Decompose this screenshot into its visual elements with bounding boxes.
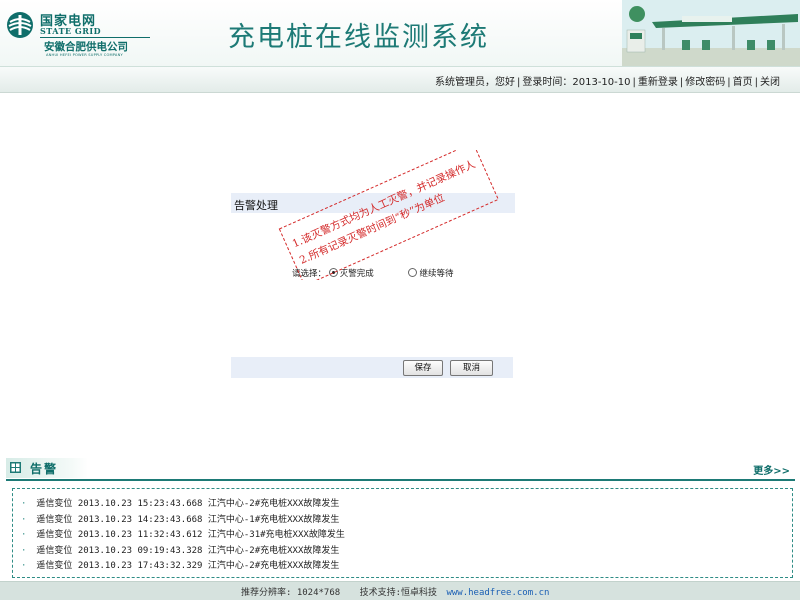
relogin-link[interactable]: 重新登录: [638, 77, 678, 88]
bullet-icon: ·: [21, 530, 27, 540]
separator: |: [632, 77, 636, 88]
login-time: 2013-10-10: [572, 77, 631, 88]
radio-alarm-cleared[interactable]: [328, 268, 338, 277]
cancel-button[interactable]: 取消: [450, 360, 493, 376]
bullet-icon: ·: [21, 561, 27, 571]
alerts-header: 告警 更多>>: [6, 458, 798, 478]
option-alarm-cleared-label: 灭警完成: [339, 269, 374, 279]
footer-support: 技术支持:恒卓科技: [359, 588, 438, 598]
alerts-list-box: · 遥信变位 2013.10.23 15:23:43.668 江汽中心-2#充电桩…: [12, 488, 793, 578]
save-button[interactable]: 保存: [403, 360, 443, 376]
option-keep-waiting-label: 继续等待: [419, 269, 454, 279]
alarm-panel-header: 告警处理: [231, 193, 515, 213]
separator: |: [517, 77, 521, 88]
separator: |: [679, 77, 684, 88]
separator: |: [727, 77, 731, 88]
footer-website-link[interactable]: www.headfree.com.cn: [446, 588, 549, 598]
logo-name-en: STATE GRID: [40, 26, 102, 36]
bullet-icon: ·: [21, 499, 27, 509]
alarm-choice-row: 请选择： 灭警完成 继续等待: [292, 267, 453, 279]
footer-text: 推荐分辨率: 1024*768 技术支持:恒卓科技 www.headfree.c…: [241, 585, 549, 598]
header-banner-photo: [622, 0, 800, 66]
user-greeting: 系统管理员，您好: [435, 77, 515, 88]
alert-text: 遥信变位 2013.10.23 14:23:43.668 江汽中心-1#充电桩X…: [36, 514, 340, 525]
logo-company-en: ANHUI HEFEI POWER SUPPLY COMPANY: [46, 53, 123, 57]
charging-station-illustration: [622, 0, 800, 66]
alert-item[interactable]: · 遥信变位 2013.10.23 09:19:43.328 江汽中心-2#充电桩…: [21, 544, 345, 560]
alert-text: 遥信变位 2013.10.23 11:32:43.612 江汽中心-31#充电桩…: [36, 530, 345, 540]
alerts-list: · 遥信变位 2013.10.23 15:23:43.668 江汽中心-2#充电桩…: [21, 497, 345, 575]
user-bar-content: 系统管理员，您好 | 登录时间：2013-10-10 | 重新登录 | 修改密码 | 首页 | 关闭: [435, 73, 780, 88]
option-keep-waiting[interactable]: 继续等待: [408, 268, 454, 279]
more-alerts-link[interactable]: 更多>>: [753, 462, 790, 477]
alert-item[interactable]: · 遥信变位 2013.10.23 15:23:43.668 江汽中心-2#充电桩…: [21, 497, 345, 513]
alerts-tab: 告警: [6, 458, 88, 478]
alert-item[interactable]: · 遥信变位 2013.10.23 14:23:43.668 江汽中心-1#充电桩…: [21, 513, 345, 529]
alert-text: 遥信变位 2013.10.23 17:43:32.329 江汽中心-2#充电桩X…: [36, 561, 340, 571]
alert-item[interactable]: · 遥信变位 2013.10.23 17:43:32.329 江汽中心-2#充电桩…: [21, 559, 345, 575]
page-footer: 推荐分辨率: 1024*768 技术支持:恒卓科技 www.headfree.c…: [0, 581, 800, 600]
alarm-panel-footer: 保存 取消: [231, 357, 513, 378]
user-bar: 系统管理员，您好 | 登录时间：2013-10-10 | 重新登录 | 修改密码 | 首页 | 关闭: [0, 67, 800, 93]
radio-keep-waiting[interactable]: [408, 268, 418, 277]
alerts-title: 告警: [30, 462, 59, 476]
logo-company-cn: 安徽合肥供电公司: [44, 41, 128, 53]
page-header: 国家电网 STATE GRID 安徽合肥供电公司 ANHUI HEFEI POW…: [0, 0, 800, 67]
alarm-panel-title: 告警处理: [234, 199, 278, 212]
app-title: 充电桩在线监测系统: [228, 22, 489, 53]
bullet-icon: ·: [21, 514, 27, 525]
logo-divider: [40, 37, 150, 38]
grid-icon: [10, 462, 21, 473]
alert-text: 遥信变位 2013.10.23 09:19:43.328 江汽中心-2#充电桩X…: [36, 545, 340, 556]
bullet-icon: ·: [21, 545, 27, 556]
alert-text: 遥信变位 2013.10.23 15:23:43.668 江汽中心-2#充电桩X…: [36, 499, 340, 509]
login-time-label: 登录时间：: [522, 77, 573, 88]
annotation-stamp: 1.该灭警方式均为人工灭警，并记录操作人 2.所有记录灭警时间到“秒”为单位: [278, 150, 499, 280]
option-alarm-cleared[interactable]: 灭警完成: [328, 268, 377, 279]
change-password-link[interactable]: 修改密码: [685, 77, 725, 88]
alert-item[interactable]: · 遥信变位 2013.10.23 11:32:43.612 江汽中心-31#充电…: [21, 528, 345, 544]
footer-resolution: 推荐分辨率: 1024*768: [241, 588, 341, 598]
separator: |: [754, 77, 758, 88]
choice-prompt: 请选择：: [292, 269, 327, 279]
alerts-divider: [6, 479, 795, 481]
home-link[interactable]: 首页: [733, 77, 753, 88]
state-grid-logo: 国家电网 STATE GRID 安徽合肥供电公司 ANHUI HEFEI POW…: [6, 8, 156, 58]
state-grid-logo-icon: [7, 12, 33, 38]
close-link[interactable]: 关闭: [760, 77, 780, 88]
